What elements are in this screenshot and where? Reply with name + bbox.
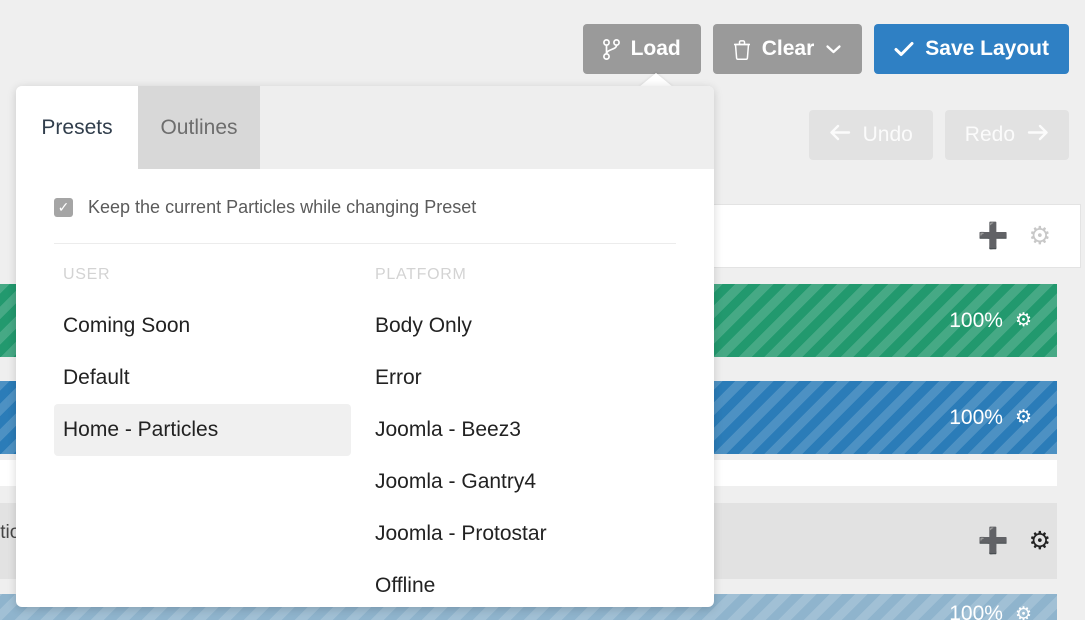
dropdown-body: ✓ Keep the current Particles while chang… [16, 169, 714, 607]
load-button-label: Load [630, 37, 681, 60]
trash-icon [733, 39, 751, 60]
presets-dropdown-panel: Presets Outlines ✓ Keep the current Part… [16, 86, 714, 607]
preset-column-user-header: USER [63, 266, 111, 283]
arrow-right-icon [1027, 123, 1049, 147]
gear-icon[interactable]: ⚙ [1029, 223, 1051, 249]
preset-item-offline[interactable]: Offline [366, 560, 691, 607]
layout-manager-screen: ➕ ⚙ 100% ⚙ 100% ⚙ ➕ ⚙ itio 100% ⚙ [0, 0, 1085, 620]
tab-presets-label: Presets [41, 115, 113, 139]
dropdown-caret [639, 73, 673, 87]
preset-item-body-only[interactable]: Body Only [366, 300, 691, 352]
preset-column-platform: PLATFORM Body Only Error Joomla - Beez3 … [351, 266, 691, 607]
canvas-bar-light-blue-percent: 100% [949, 602, 1003, 620]
gear-icon[interactable]: ⚙ [1015, 406, 1032, 429]
gear-icon[interactable]: ⚙ [1015, 603, 1032, 620]
clear-button-label: Clear [761, 37, 815, 60]
plus-icon[interactable]: ➕ [977, 528, 1008, 554]
gear-icon[interactable]: ⚙ [1015, 309, 1032, 332]
canvas-bar-green-percent: 100% [949, 308, 1003, 332]
undo-button[interactable]: Undo [808, 110, 933, 160]
dropdown-tabs: Presets Outlines [16, 86, 714, 169]
tab-outlines-label: Outlines [160, 115, 238, 139]
preset-item-joomla-protostar[interactable]: Joomla - Protostar [366, 508, 691, 560]
plus-icon[interactable]: ➕ [977, 223, 1008, 249]
keep-particles-checkbox[interactable]: ✓ [54, 197, 73, 217]
preset-columns: USER Coming Soon Default Home - Particle… [16, 244, 714, 607]
canvas-section-grey-controls: ➕ ⚙ [706, 503, 1081, 579]
check-icon [894, 41, 914, 57]
canvas-bar-blue-percent: 100% [949, 405, 1003, 429]
preset-item-home-particles[interactable]: Home - Particles [54, 404, 351, 456]
undo-button-label: Undo [862, 123, 913, 146]
redo-button-label: Redo [964, 123, 1015, 146]
code-branch-icon [602, 38, 620, 60]
keep-particles-row[interactable]: ✓ Keep the current Particles while chang… [16, 169, 714, 221]
preset-item-default[interactable]: Default [54, 352, 351, 404]
canvas-section-top-controls: ➕ ⚙ [706, 204, 1081, 268]
gear-icon[interactable]: ⚙ [1029, 528, 1051, 554]
chevron-down-icon[interactable] [825, 43, 842, 55]
load-button[interactable]: Load [582, 24, 701, 74]
save-layout-button-label: Save Layout [925, 37, 1049, 60]
arrow-left-icon [829, 123, 851, 147]
preset-item-joomla-beez3[interactable]: Joomla - Beez3 [366, 404, 691, 456]
history-controls: Undo Redo [808, 110, 1069, 160]
tab-presets[interactable]: Presets [16, 86, 138, 169]
preset-column-platform-header: PLATFORM [375, 266, 467, 283]
preset-item-coming-soon[interactable]: Coming Soon [54, 300, 351, 352]
preset-item-joomla-gantry4[interactable]: Joomla - Gantry4 [366, 456, 691, 508]
save-layout-button[interactable]: Save Layout [874, 24, 1069, 74]
tab-outlines[interactable]: Outlines [138, 86, 260, 169]
redo-button[interactable]: Redo [944, 110, 1069, 160]
top-toolbar: Load Clear Save Layout [582, 24, 1069, 74]
preset-column-user: USER Coming Soon Default Home - Particle… [16, 266, 351, 607]
preset-item-error[interactable]: Error [366, 352, 691, 404]
keep-particles-label: Keep the current Particles while changin… [88, 196, 477, 217]
clear-button[interactable]: Clear [712, 24, 863, 74]
